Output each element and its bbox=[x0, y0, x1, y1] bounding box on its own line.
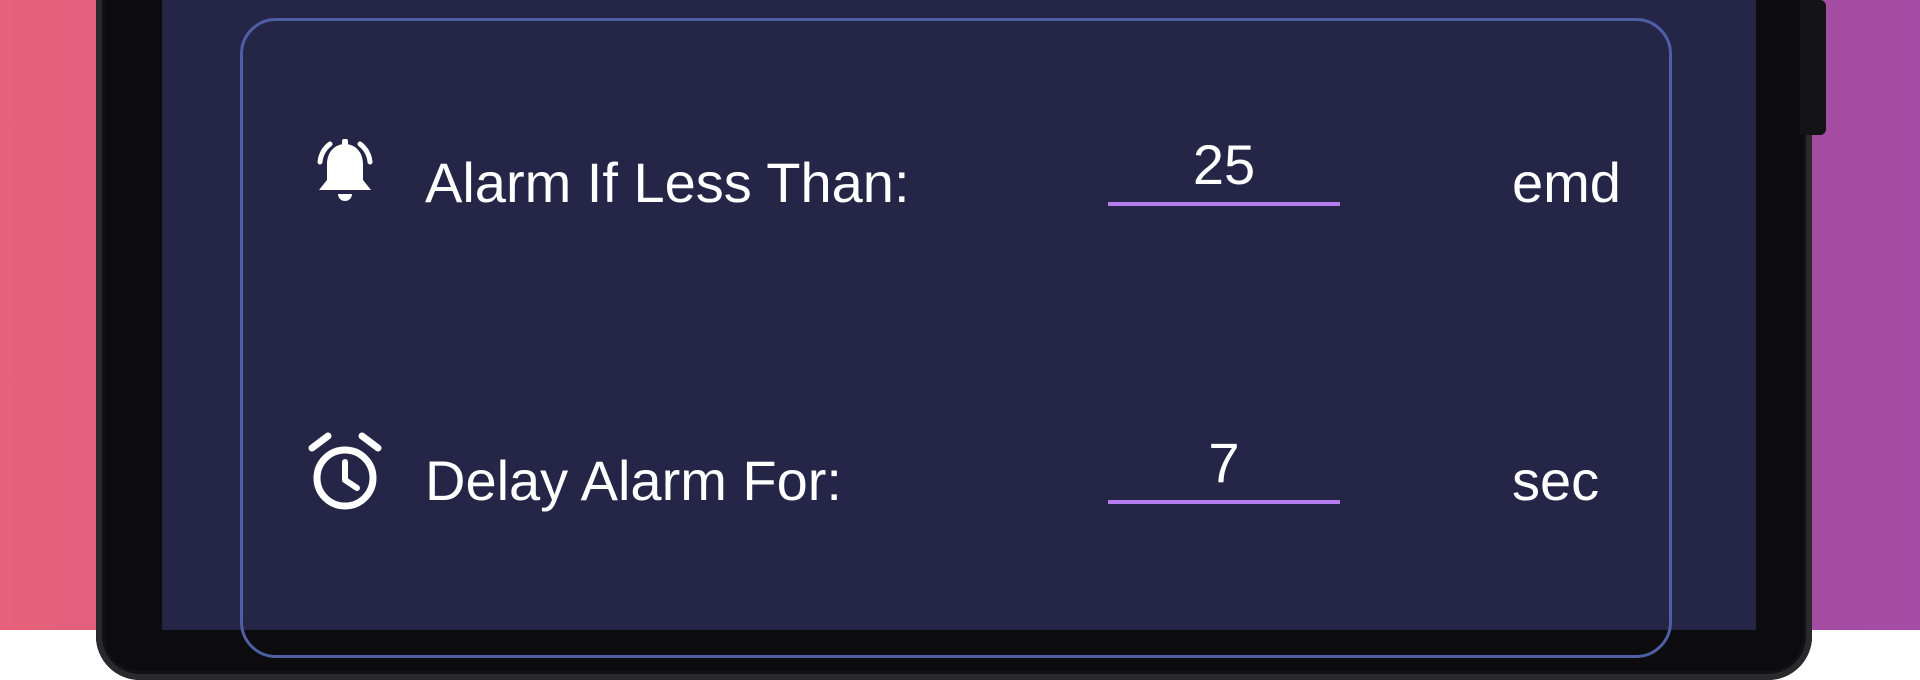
bell-ring-icon bbox=[300, 130, 390, 220]
alarm-threshold-row: Alarm If Less Than: 25 emd bbox=[0, 120, 1920, 240]
phone-side-button bbox=[1800, 0, 1826, 135]
alarm-clock-icon bbox=[300, 428, 390, 518]
alarm-delay-label: Delay Alarm For: bbox=[425, 449, 842, 512]
alarm-threshold-unit: emd bbox=[1512, 151, 1621, 214]
alarm-delay-row: Delay Alarm For: 7 sec bbox=[0, 418, 1920, 538]
alarm-settings-card bbox=[240, 18, 1672, 658]
alarm-threshold-label: Alarm If Less Than: bbox=[425, 151, 910, 214]
alarm-threshold-input[interactable]: 25 bbox=[1108, 132, 1340, 206]
alarm-delay-unit: sec bbox=[1512, 449, 1600, 512]
alarm-delay-input[interactable]: 7 bbox=[1108, 430, 1340, 504]
